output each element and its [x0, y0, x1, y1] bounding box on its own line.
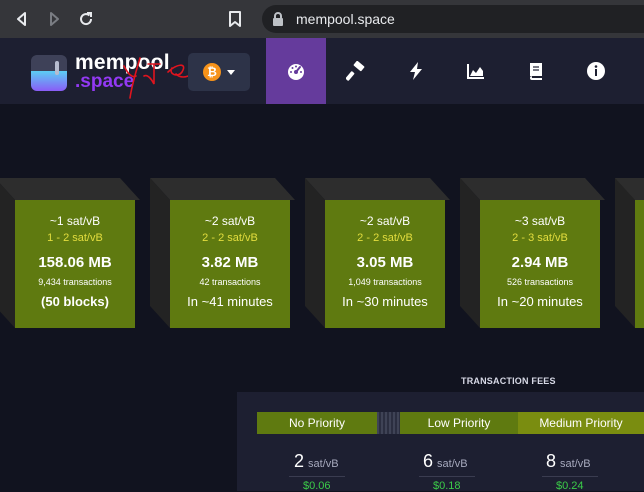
no-priority-bar: No Priority	[257, 412, 377, 434]
bookmark-icon[interactable]	[226, 10, 244, 28]
block-side	[150, 178, 170, 328]
block-fee-range: 2 - 2 sat/vB	[202, 232, 258, 244]
divider	[542, 476, 598, 477]
url-text: mempool.space	[296, 11, 395, 27]
low-priority-fee: 6 sat/vB	[423, 451, 468, 472]
divider	[419, 476, 475, 477]
mempool-block-partial[interactable]	[615, 178, 644, 328]
fee-value: 6	[423, 451, 434, 471]
block-top	[150, 178, 295, 200]
network-selector-dropdown[interactable]: ₿	[188, 53, 250, 91]
medium-priority-fee: 8 sat/vB	[546, 451, 591, 472]
block-fee-range: 1 - 2 sat/vB	[47, 232, 103, 244]
handwritten-scribble-annotation	[123, 57, 193, 99]
app-header: mempool .space ₿	[0, 38, 644, 104]
block-side	[460, 178, 480, 328]
mempool-blocks: ~1 sat/vB 1 - 2 sat/vB 158.06 MB 9,434 t…	[0, 178, 644, 328]
fee-unit: sat/vB	[437, 458, 468, 470]
transaction-fees-panel: No Priority Low Priority Medium Priority…	[237, 392, 644, 492]
medium-priority-bar: Medium Priority	[518, 412, 644, 434]
low-priority-bar: Low Priority	[400, 412, 518, 434]
fee-unit: sat/vB	[560, 458, 591, 470]
fee-value: 8	[546, 451, 557, 471]
block-fee-range: 2 - 3 sat/vB	[512, 232, 568, 244]
dashboard-icon[interactable]	[266, 38, 326, 104]
docs-book-icon[interactable]	[506, 38, 566, 104]
browser-toolbar: mempool.space	[0, 0, 644, 38]
fee-unit: sat/vB	[308, 458, 339, 470]
block-face: ~1 sat/vB 1 - 2 sat/vB 158.06 MB 9,434 t…	[15, 200, 135, 328]
lock-icon	[273, 12, 283, 26]
block-face: ~3 sat/vB 2 - 3 sat/vB 2.94 MB 526 trans…	[480, 200, 600, 328]
mempool-block[interactable]: ~2 sat/vB 2 - 2 sat/vB 3.82 MB 42 transa…	[150, 178, 295, 328]
block-median-fee: ~2 sat/vB	[204, 214, 256, 228]
mempool-block[interactable]: ~3 sat/vB 2 - 3 sat/vB 2.94 MB 526 trans…	[460, 178, 605, 328]
reload-icon[interactable]	[70, 0, 102, 38]
medium-priority-usd: $0.24	[556, 480, 584, 492]
block-face: ~2 sat/vB 2 - 2 sat/vB 3.05 MB 1,049 tra…	[325, 200, 445, 328]
block-tx-count: 42 transactions	[199, 277, 261, 287]
block-size: 3.82 MB	[201, 254, 259, 271]
block-eta: In ~20 minutes	[497, 294, 583, 309]
lightning-icon[interactable]	[386, 38, 446, 104]
block-eta: (50 blocks)	[41, 294, 109, 309]
block-face: ~2 sat/vB 2 - 2 sat/vB 3.82 MB 42 transa…	[170, 200, 290, 328]
block-size: 158.06 MB	[38, 254, 112, 271]
no-priority-usd: $0.06	[303, 480, 331, 492]
address-bar[interactable]: mempool.space	[262, 5, 644, 33]
block-median-fee: ~3 sat/vB	[514, 214, 566, 228]
block-size: 2.94 MB	[511, 254, 569, 271]
no-priority-fee: 2 sat/vB	[294, 451, 339, 472]
about-info-icon[interactable]	[566, 38, 626, 104]
mempool-block[interactable]: ~1 sat/vB 1 - 2 sat/vB 158.06 MB 9,434 t…	[0, 178, 140, 328]
mempool-block[interactable]: ~2 sat/vB 2 - 2 sat/vB 3.05 MB 1,049 tra…	[305, 178, 450, 328]
graphs-icon[interactable]	[446, 38, 506, 104]
block-side	[0, 178, 15, 328]
fee-bar-gap	[377, 412, 400, 434]
block-tx-count: 526 transactions	[506, 277, 574, 287]
forward-arrow-icon[interactable]	[38, 0, 70, 38]
bitcoin-icon: ₿	[203, 63, 221, 81]
block-tx-count: 1,049 transactions	[348, 277, 422, 287]
divider	[289, 476, 345, 477]
main-nav	[266, 38, 626, 104]
block-top	[305, 178, 450, 200]
fee-value: 2	[294, 451, 305, 471]
block-tx-count: 9,434 transactions	[38, 277, 112, 287]
low-priority-usd: $0.18	[433, 480, 461, 492]
caret-down-icon	[227, 69, 235, 75]
mempool-logo-icon[interactable]	[31, 55, 67, 91]
block-top	[0, 178, 140, 200]
block-fee-range: 2 - 2 sat/vB	[357, 232, 413, 244]
block-median-fee: ~1 sat/vB	[49, 214, 101, 228]
block-side	[305, 178, 325, 328]
back-arrow-icon[interactable]	[6, 0, 38, 38]
block-eta: In ~41 minutes	[187, 294, 273, 309]
block-eta: In ~30 minutes	[342, 294, 428, 309]
transaction-fees-title: TRANSACTION FEES	[461, 376, 556, 386]
mining-hammer-icon[interactable]	[326, 38, 386, 104]
block-size: 3.05 MB	[356, 254, 414, 271]
block-median-fee: ~2 sat/vB	[359, 214, 411, 228]
block-top	[460, 178, 605, 200]
